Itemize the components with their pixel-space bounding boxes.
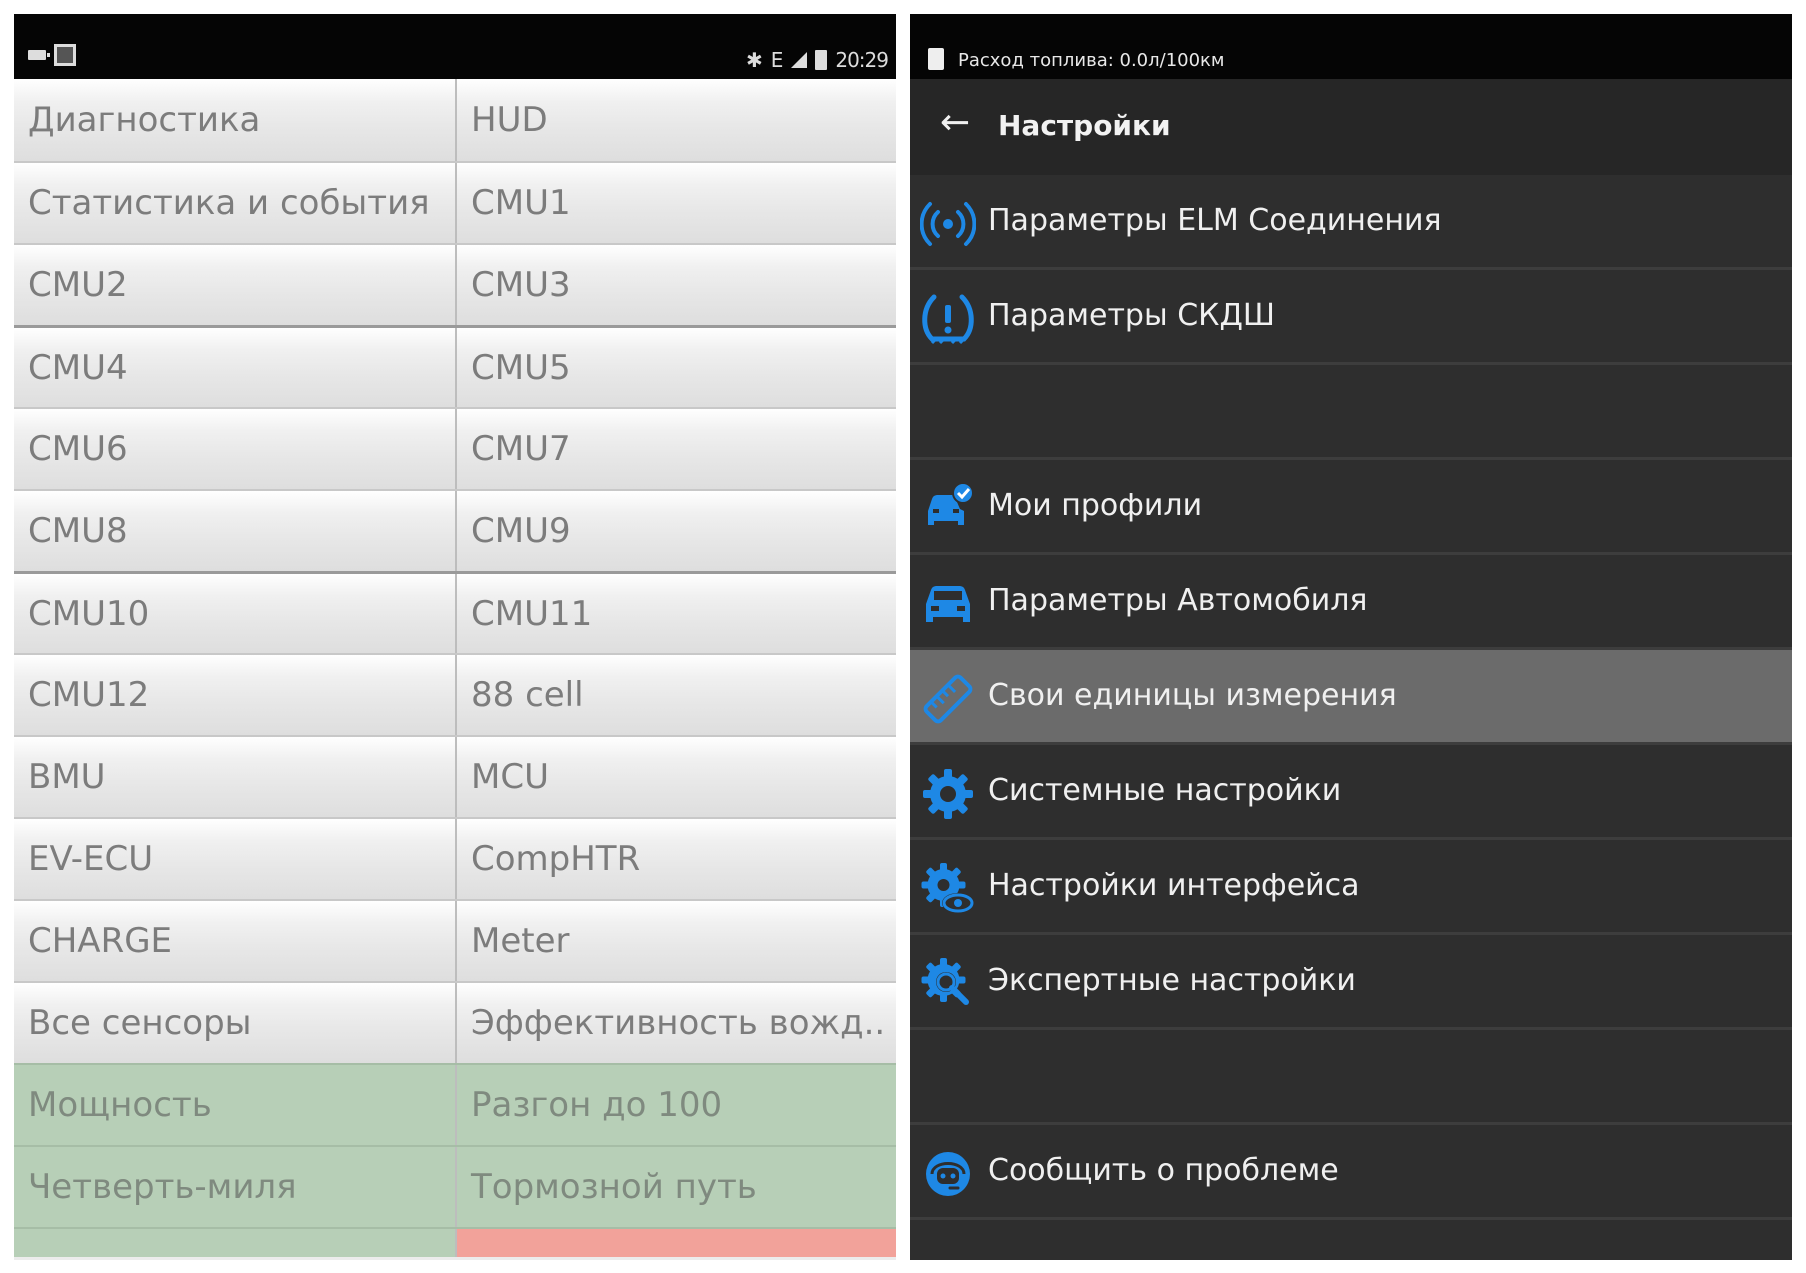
grid-cell[interactable]: Мощность: [14, 1065, 455, 1145]
status-time: 20:29: [835, 48, 889, 72]
grid-cell[interactable]: EV-ECU: [14, 819, 455, 899]
menu-grid: Диагностика HUD Статистика и события CMU…: [14, 79, 896, 1257]
menu-item-empty: [910, 365, 1792, 460]
signal-icon: [791, 52, 808, 68]
left-screen: ✱ E 20:29 Диагностика HUD Статистика и с…: [14, 14, 896, 1260]
network-type: E: [770, 48, 784, 72]
menu-item-system-settings[interactable]: Системные настройки: [910, 745, 1792, 840]
grid-row: EV-ECU CompHTR: [14, 817, 896, 899]
grid-cell[interactable]: Диагностика: [14, 79, 455, 161]
grid-cell[interactable]: BMU: [14, 737, 455, 817]
menu-item-label: Настройки интерфейса: [988, 868, 1360, 903]
grid-cell[interactable]: 88 cell: [455, 655, 896, 735]
grid-row: Мощность Разгон до 100: [14, 1063, 896, 1145]
menu-item-label: Системные настройки: [988, 773, 1342, 808]
grid-cell[interactable]: Тормозной путь: [455, 1147, 896, 1227]
arrow-left-icon[interactable]: ←: [940, 105, 970, 141]
gear-magnifier-icon: [921, 958, 969, 1005]
grid-row: BMU MCU: [14, 735, 896, 817]
grid-cell[interactable]: Четверть-миля: [14, 1147, 455, 1227]
menu-item-tpms[interactable]: Параметры СКДШ: [910, 270, 1792, 365]
menu-item-my-profiles[interactable]: Мои профили: [910, 460, 1792, 555]
grid-cell[interactable]: CMU4: [14, 328, 455, 407]
grid-row: Диагностика HUD: [14, 79, 896, 161]
grid-row: CMU4 CMU5: [14, 325, 896, 407]
bluetooth-icon: ✱: [745, 48, 763, 72]
toolbar: ← Настройки: [910, 79, 1792, 175]
status-bar: Расход топлива: 0.0л/100км: [910, 14, 1792, 79]
car-icon: [926, 586, 970, 622]
wireless-signal-icon: [920, 202, 976, 246]
grid-cell[interactable]: [455, 1229, 896, 1257]
grid-cell[interactable]: Статистика и события: [14, 163, 455, 243]
grid-row: Четверть-миля Тормозной путь: [14, 1145, 896, 1227]
grid-cell[interactable]: CMU7: [455, 409, 896, 489]
grid-row: CMU12 88 cell: [14, 653, 896, 735]
grid-cell[interactable]: Meter: [455, 901, 896, 981]
grid-row: Все сенсоры Эффективность вожд..: [14, 981, 896, 1063]
car-profile-check-icon: [928, 482, 974, 525]
menu-item-interface-settings[interactable]: Настройки интерфейса: [910, 840, 1792, 935]
tire-pressure-warning-icon: [922, 294, 974, 345]
grid-cell[interactable]: CMU9: [455, 491, 896, 571]
ruler-icon: [923, 674, 973, 724]
grid-cell[interactable]: Все сенсоры: [14, 983, 455, 1063]
grid-cell[interactable]: CMU12: [14, 655, 455, 735]
menu-item-empty: [910, 1030, 1792, 1125]
settings-menu: Параметры ELM Соединения Параметры СКДШ: [910, 175, 1792, 1220]
notification-image-icon: [54, 44, 76, 66]
grid-cell[interactable]: Эффективность вожд..: [455, 983, 896, 1063]
menu-item-custom-units[interactable]: Свои единицы измерения: [910, 650, 1792, 745]
grid-row: CMU8 CMU9: [14, 489, 896, 571]
grid-cell[interactable]: CMU1: [455, 163, 896, 243]
grid-cell[interactable]: CMU5: [455, 328, 896, 407]
grid-row: Статистика и события CMU1: [14, 161, 896, 243]
menu-item-label: Параметры ELM Соединения: [988, 203, 1442, 238]
menu-item-label: Параметры Автомобиля: [988, 583, 1368, 618]
fuel-consumption-status: Расход топлива: 0.0л/100км: [958, 50, 1225, 71]
menu-item-label: Мои профили: [988, 488, 1203, 523]
grid-cell[interactable]: CMU2: [14, 245, 455, 325]
grid-cell[interactable]: CompHTR: [455, 819, 896, 899]
menu-item-label: Параметры СКДШ: [988, 298, 1275, 333]
grid-cell[interactable]: CHARGE: [14, 901, 455, 981]
menu-item-report-problem[interactable]: Сообщить о проблеме: [910, 1125, 1792, 1220]
grid-row: CMU6 CMU7: [14, 407, 896, 489]
grid-row: CHARGE Meter: [14, 899, 896, 981]
grid-cell[interactable]: CMU11: [455, 574, 896, 653]
grid-cell[interactable]: CMU8: [14, 491, 455, 571]
menu-item-elm-connection[interactable]: Параметры ELM Соединения: [910, 175, 1792, 270]
grid-cell[interactable]: CMU3: [455, 245, 896, 325]
menu-item-expert-settings[interactable]: Экспертные настройки: [910, 935, 1792, 1030]
grid-cell[interactable]: [14, 1229, 455, 1257]
grid-cell[interactable]: Разгон до 100: [455, 1065, 896, 1145]
battery-saver-icon: [28, 50, 50, 60]
menu-item-label: Свои единицы измерения: [988, 678, 1397, 713]
menu-item-car-params[interactable]: Параметры Автомобиля: [910, 555, 1792, 650]
support-agent-icon: [926, 1152, 970, 1196]
gear-icon: [923, 769, 973, 819]
grid-row: [14, 1227, 896, 1257]
menu-item-label: Экспертные настройки: [988, 963, 1356, 998]
grid-cell[interactable]: MCU: [455, 737, 896, 817]
battery-icon: [815, 50, 828, 70]
grid-row: CMU2 CMU3: [14, 243, 896, 325]
document-icon: [928, 48, 944, 70]
page-title: Настройки: [998, 109, 1171, 142]
grid-cell[interactable]: CMU6: [14, 409, 455, 489]
grid-cell[interactable]: CMU10: [14, 574, 455, 653]
status-bar: ✱ E 20:29: [14, 14, 896, 79]
gear-eye-icon: [921, 863, 974, 913]
right-screen: Расход топлива: 0.0л/100км ← Настройки П…: [910, 14, 1792, 1260]
grid-row: CMU10 CMU11: [14, 571, 896, 653]
menu-item-label: Сообщить о проблеме: [988, 1153, 1339, 1188]
grid-cell[interactable]: HUD: [455, 79, 896, 161]
